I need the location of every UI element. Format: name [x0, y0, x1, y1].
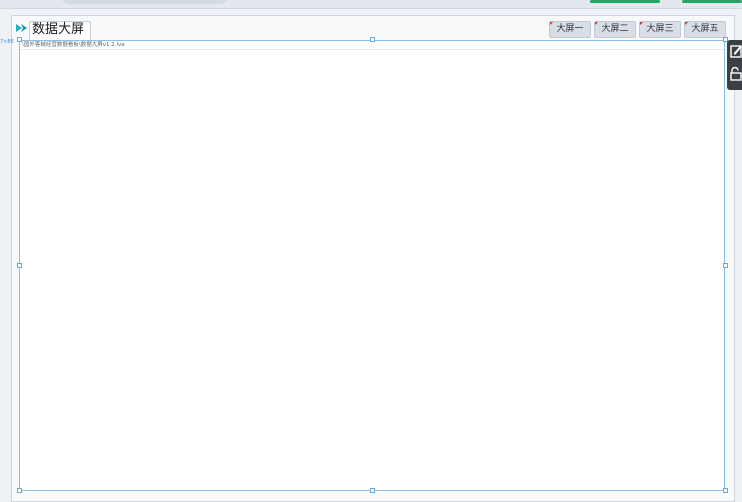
- flag-marker-icon: [640, 22, 644, 26]
- resize-handle-right[interactable]: [723, 263, 728, 268]
- screen-5-label: 大屏五: [691, 24, 719, 34]
- resize-handle-top[interactable]: [370, 37, 375, 42]
- resize-handle-bottom[interactable]: [370, 488, 375, 493]
- position-readout: 7×88: [0, 39, 14, 45]
- resize-handle-top-left[interactable]: [17, 37, 22, 42]
- file-path-bar: [20, 41, 724, 50]
- resize-handle-left[interactable]: [17, 263, 22, 268]
- window-tab-indicator: [590, 0, 660, 3]
- screen-5-button[interactable]: 大屏五: [684, 21, 726, 38]
- file-path: \国外客械经营数据看板\数据大屏v1.2.lva: [22, 42, 125, 48]
- resize-handle-bottom-right[interactable]: [723, 488, 728, 493]
- screen-3-label: 大屏三: [646, 24, 674, 34]
- unlock-icon[interactable]: [729, 66, 742, 82]
- window-tab-indicator: [682, 0, 742, 3]
- screen-1-label: 大屏一: [556, 24, 584, 34]
- screen-2-label: 大屏二: [601, 24, 629, 34]
- screen-3-button[interactable]: 大屏三: [639, 21, 681, 38]
- screen-2-button[interactable]: 大屏二: [594, 21, 636, 38]
- flag-marker-icon: [595, 22, 599, 26]
- page-title: 数据大屏: [32, 22, 85, 37]
- design-canvas[interactable]: [19, 40, 725, 491]
- logo-icon: [16, 24, 27, 32]
- screen-1-button[interactable]: 大屏一: [549, 21, 591, 38]
- flag-marker-icon: [550, 22, 554, 26]
- window-top-strip: [0, 0, 742, 9]
- edit-icon[interactable]: [729, 43, 742, 59]
- resize-handle-bottom-left[interactable]: [17, 488, 22, 493]
- window-tab-shape: [60, 0, 230, 4]
- flag-marker-icon: [685, 22, 689, 26]
